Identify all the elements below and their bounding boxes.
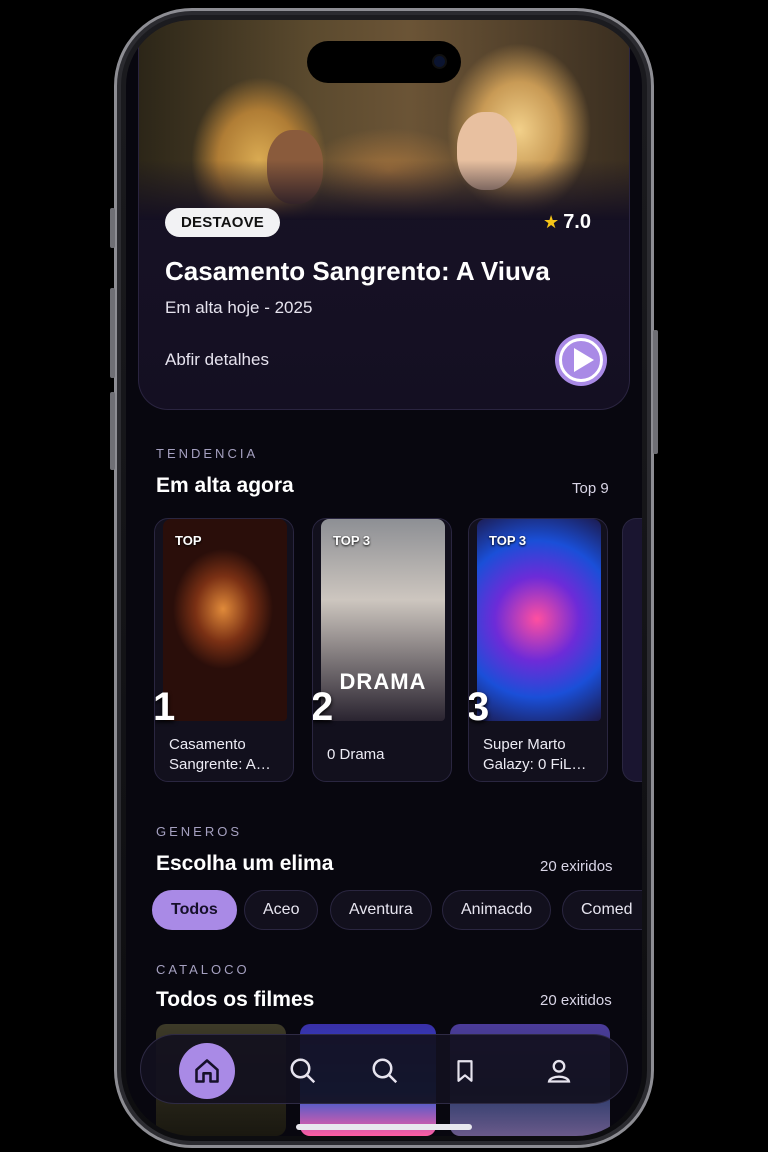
genre-chip-acao[interactable]: Aceo — [244, 890, 319, 930]
trending-card-1[interactable]: TOP 1 Casamento Sangrente: A… — [154, 518, 294, 782]
bottom-navigation — [140, 1034, 628, 1104]
trending-eyebrow: TENDENCIA — [156, 446, 259, 461]
nav-search[interactable] — [275, 1043, 331, 1099]
side-button-volume-up — [110, 288, 115, 378]
side-button-volume-down — [110, 392, 115, 470]
rank-number: 3 — [468, 685, 490, 729]
catalog-eyebrow: CATALOCO — [156, 962, 250, 977]
nav-home[interactable] — [179, 1043, 235, 1099]
catalog-meta: 20 exitidos — [540, 992, 612, 1009]
poster-top-label: TOP 3 — [333, 533, 371, 548]
rating: ★ 7.0 — [543, 211, 591, 234]
side-button-action — [110, 208, 115, 248]
poster-title-text: DRAMA — [339, 669, 427, 694]
card-title: Super Marto Galazy: 0 FiL… — [483, 736, 587, 773]
hero-title: Casamento Sangrento: A Viuva — [165, 256, 550, 286]
play-ring — [559, 338, 603, 382]
trending-card-2[interactable]: TOP 3 DRAMA 2 0 Drama — [312, 518, 452, 782]
genre-chip-comedia[interactable]: Comed — [562, 890, 642, 930]
poster-image: TOP 3 DRAMA — [321, 519, 445, 721]
open-details-link[interactable]: Abfir detalhes — [165, 350, 269, 370]
nav-saved[interactable] — [437, 1043, 493, 1099]
poster-image: TOP 3 — [477, 519, 601, 721]
bookmark-icon — [457, 1060, 473, 1082]
genres-eyebrow: GENEROS — [156, 824, 243, 839]
trending-card-3[interactable]: TOP 3 3 Super Marto Galazy: 0 FiL… — [468, 518, 608, 782]
app-screen: DESTAOVE ★ 7.0 Casamento Sangrento: A Vi… — [126, 20, 642, 1136]
rank-number: 2 — [312, 685, 334, 729]
nav-explore[interactable] — [357, 1043, 413, 1099]
genre-chip-todos[interactable]: Todos — [152, 890, 237, 930]
star-icon: ★ — [543, 212, 560, 232]
camera-icon — [434, 56, 445, 67]
genre-chip-aventura[interactable]: Aventura — [330, 890, 432, 930]
featured-badge: DESTAOVE — [165, 208, 281, 237]
card-title: 0 Drama — [327, 746, 385, 763]
dynamic-island — [307, 41, 461, 83]
search-icon — [290, 1058, 316, 1084]
card-title: Casamento Sangrente: A… — [169, 736, 271, 773]
nav-profile[interactable] — [531, 1043, 587, 1099]
search-icon — [372, 1058, 398, 1084]
hero-subtitle: Em alta hoje - 2025 — [165, 298, 313, 317]
side-button-power — [653, 330, 658, 454]
poster-image: TOP — [163, 519, 287, 721]
home-indicator[interactable] — [296, 1124, 472, 1130]
rating-value: 7.0 — [563, 211, 591, 233]
home-icon — [195, 1059, 219, 1083]
trending-card-4-peek[interactable] — [622, 518, 642, 782]
trending-title: Em alta agora — [156, 474, 294, 497]
poster-top-label: TOP — [175, 533, 202, 548]
genres-meta: 20 exiridos — [540, 858, 613, 875]
genre-chip-animacao[interactable]: Animacdo — [442, 890, 552, 930]
profile-icon — [547, 1059, 571, 1083]
poster-top-label: TOP 3 — [489, 533, 527, 548]
rank-number: 1 — [154, 685, 176, 729]
trending-meta[interactable]: Top 9 — [572, 480, 609, 497]
play-button[interactable] — [555, 334, 607, 386]
genres-title: Escolha um elima — [156, 852, 334, 875]
catalog-title: Todos os filmes — [156, 988, 315, 1011]
